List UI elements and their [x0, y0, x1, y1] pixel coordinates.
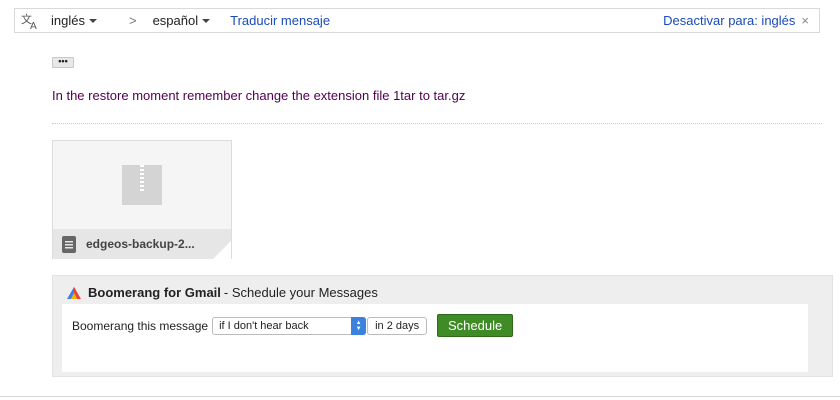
svg-text:A: A — [30, 21, 37, 30]
boomerang-tagline: - Schedule your Messages — [223, 285, 378, 300]
chevron-down-icon — [88, 19, 97, 23]
document-icon — [62, 235, 76, 253]
translate-message-link[interactable]: Traducir mensaje — [230, 13, 330, 28]
close-icon[interactable]: × — [801, 13, 809, 28]
disable-translation-link[interactable]: Desactivar para: inglés — [663, 13, 795, 28]
schedule-button[interactable]: Schedule — [437, 314, 514, 337]
attachment-filename: edgeos-backup-2... — [86, 237, 195, 251]
chevron-down-icon — [202, 19, 211, 23]
zip-file-icon — [122, 165, 162, 205]
translate-bar: 文 A inglés > español Traducir mensaje De… — [14, 8, 820, 33]
days-input-value: in 2 days — [375, 319, 420, 332]
boomerang-row-label: Boomerang this message — [72, 318, 209, 333]
condition-select[interactable]: if I don't hear back ▲ ▼ — [212, 316, 367, 335]
corner-fold — [213, 241, 231, 259]
zip-stripe — [140, 165, 144, 191]
boomerang-panel: Boomerang for Gmail - Schedule your Mess… — [52, 275, 833, 377]
source-language-label: inglés — [51, 13, 85, 28]
arrow-separator: > — [128, 13, 137, 28]
divider — [52, 123, 822, 124]
boomerang-header: Boomerang for Gmail - Schedule your Mess… — [66, 285, 378, 300]
message-body: In the restore moment remember change th… — [52, 88, 466, 103]
translate-icon: 文 A — [19, 10, 43, 32]
source-language-dropdown[interactable]: inglés — [51, 13, 97, 28]
target-language-label: español — [152, 13, 199, 28]
target-language-dropdown[interactable]: español — [153, 13, 211, 28]
show-trimmed-content-button[interactable]: ••• — [52, 57, 74, 68]
boomerang-logo-icon — [67, 286, 81, 299]
boomerang-title: Boomerang for Gmail — [88, 285, 221, 300]
boomerang-row: Boomerang this message if I don't hear b… — [72, 314, 514, 337]
bottom-divider — [0, 396, 840, 397]
boomerang-form: Boomerang this message if I don't hear b… — [62, 304, 808, 372]
condition-select-value: if I don't hear back — [219, 319, 309, 332]
attachment-card[interactable]: edgeos-backup-2... — [52, 140, 232, 259]
attachment-footer: edgeos-backup-2... — [53, 229, 231, 259]
days-input[interactable]: in 2 days — [367, 316, 428, 335]
attachment-preview — [53, 141, 231, 229]
select-updown-icon: ▲ ▼ — [351, 316, 367, 335]
